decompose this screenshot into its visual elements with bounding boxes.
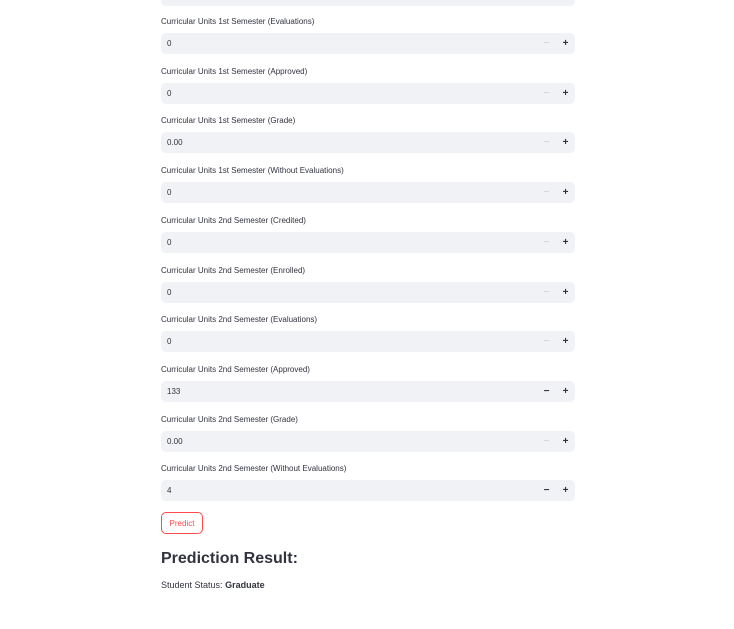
decrement-button[interactable]: − [537,381,556,402]
student-status-line: Student Status: Graduate [161,580,265,590]
increment-button[interactable]: + [556,232,575,253]
field-label: Curricular Units 2nd Semester (Credited) [161,216,306,225]
decrement-button[interactable]: − [537,182,556,203]
number-input-value[interactable]: 0 [161,39,537,48]
decrement-button[interactable]: − [537,33,556,54]
number-input-value[interactable]: 0 [161,337,537,346]
number-input[interactable]: 0− + [161,232,575,253]
number-input-value[interactable]: 0 [161,188,537,197]
number-input-field: Curricular Units 1st Semester (Without E… [161,166,575,203]
number-input-value[interactable]: 4 [161,486,537,495]
student-status-label: Student Status: [161,580,223,590]
number-input-field: Curricular Units 2nd Semester (Enrolled)… [161,266,575,303]
field-label: Curricular Units 1st Semester (Approved) [161,67,308,76]
number-input-field: Curricular Units 2nd Semester (Credited)… [161,216,575,253]
number-input[interactable]: 0− + [161,182,575,203]
number-input-field: Curricular Units 1st Semester (Grade) 0.0… [161,116,575,153]
prediction-result-heading: Prediction Result: [161,550,298,567]
predict-button[interactable]: Predict [161,512,203,534]
decrement-button[interactable]: − [537,431,556,452]
field-label: Curricular Units 2nd Semester (Without E… [161,464,347,473]
increment-button[interactable]: + [556,83,575,104]
increment-button[interactable]: + [556,331,575,352]
number-input[interactable]: 4− + [161,480,575,501]
field-label: Curricular Units 2nd Semester (Grade) [161,415,298,424]
app-main: Curricular Units 1st Semester (Evaluatio… [0,0,734,629]
decrement-button[interactable]: − [537,232,556,253]
previous-number-input[interactable] [161,0,575,6]
increment-button[interactable]: + [556,431,575,452]
decrement-button[interactable]: − [537,331,556,352]
increment-button[interactable]: + [556,182,575,203]
number-input-value[interactable]: 0.00 [161,437,537,446]
increment-button[interactable]: + [556,381,575,402]
number-input-value[interactable]: 0 [161,89,537,98]
increment-button[interactable]: + [556,132,575,153]
increment-button[interactable]: + [556,480,575,501]
number-input-field: Curricular Units 2nd Semester (Without E… [161,464,575,501]
increment-button[interactable]: + [556,282,575,303]
number-input-value[interactable]: 0.00 [161,138,537,147]
number-input[interactable]: 133− + [161,381,575,402]
decrement-button[interactable]: − [537,480,556,501]
decrement-button[interactable]: − [537,282,556,303]
field-label: Curricular Units 1st Semester (Grade) [161,116,296,125]
number-input[interactable]: 0− + [161,83,575,104]
number-input-field: Curricular Units 2nd Semester (Grade) 0.0… [161,415,575,452]
field-label: Curricular Units 2nd Semester (Approved) [161,365,310,374]
number-input[interactable]: 0− + [161,331,575,352]
number-input-value[interactable]: 0 [161,238,537,247]
number-input-field: Curricular Units 1st Semester (Evaluatio… [161,17,575,54]
field-label: Curricular Units 2nd Semester (Enrolled) [161,266,306,275]
number-input[interactable]: 0.00− + [161,431,575,452]
number-input-value[interactable]: 133 [161,387,537,396]
number-input-field: Curricular Units 2nd Semester (Approved)… [161,365,575,402]
increment-button[interactable]: + [556,33,575,54]
number-input-field: Curricular Units 2nd Semester (Evaluatio… [161,315,575,352]
number-input[interactable]: 0− + [161,282,575,303]
decrement-button[interactable]: − [537,83,556,104]
field-label: Curricular Units 1st Semester (Without E… [161,166,344,175]
field-label: Curricular Units 1st Semester (Evaluatio… [161,17,315,26]
number-input[interactable]: 0.00− + [161,132,575,153]
number-input[interactable]: 0− + [161,33,575,54]
student-status-value: Graduate [225,580,265,590]
decrement-button[interactable]: − [537,132,556,153]
number-input-field: Curricular Units 1st Semester (Approved)… [161,67,575,104]
number-input-value[interactable]: 0 [161,288,537,297]
field-label: Curricular Units 2nd Semester (Evaluatio… [161,315,318,324]
